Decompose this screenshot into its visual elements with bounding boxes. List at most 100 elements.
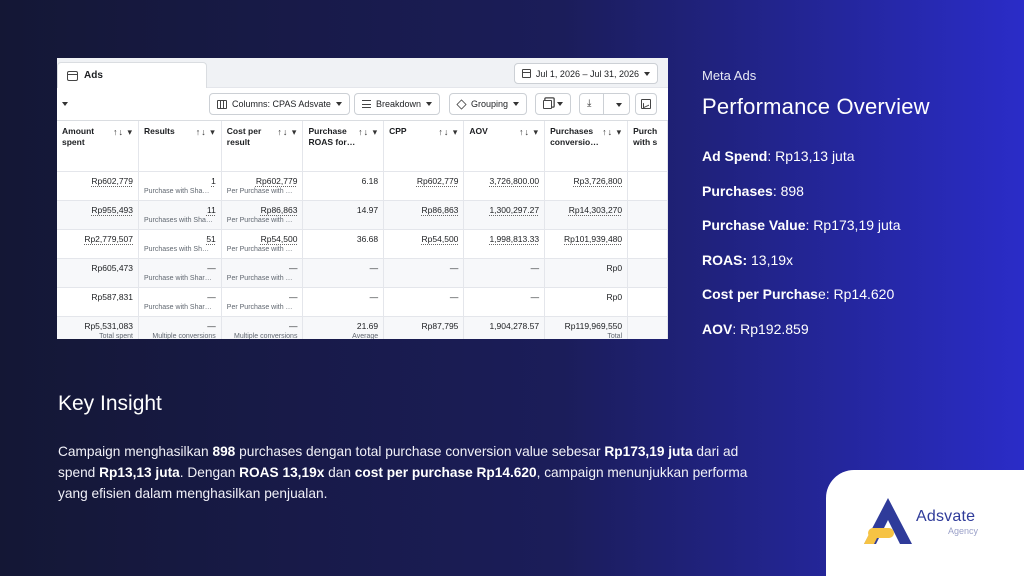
cell-value[interactable]: 3,726,800.00 <box>469 176 539 186</box>
table-cell: Rp14,303,270 <box>544 200 629 230</box>
column-header[interactable]: Purchases conversio… ↑↓ ▾ <box>544 121 629 172</box>
cell-subtext: Per Purchase with … <box>226 303 293 311</box>
column-header[interactable]: CPP ↑↓ ▾ <box>383 121 465 172</box>
table-cell: 1 Purchase with Sha… <box>138 171 222 201</box>
table-body: Rp602,779 1 Purchase with Sha… Rp602,779 Per… <box>57 171 668 339</box>
cell-subtext: Total spent <box>99 332 133 340</box>
page-title: Performance Overview <box>702 94 930 119</box>
cell-subtext: Multiple conversions <box>234 332 298 340</box>
sort-icon[interactable]: ↑↓ ▾ <box>358 127 378 138</box>
sort-icon[interactable]: ↑↓ ▾ <box>277 127 297 138</box>
sort-icon[interactable]: ↑↓ ▾ <box>438 127 458 138</box>
breakdown-button[interactable]: Breakdown <box>354 93 441 115</box>
table-cell: 36.68 <box>302 229 385 259</box>
table-cell: — <box>302 258 385 288</box>
cell-value[interactable]: 1,300,297.27 <box>469 205 539 215</box>
table-cell <box>627 287 668 317</box>
metric-label: Ad Spend <box>702 148 768 164</box>
cell-value[interactable]: Rp14,303,270 <box>550 205 622 215</box>
table-cell: — Multiple conversions <box>138 316 222 339</box>
table-cell <box>627 316 668 339</box>
cell-value: 36.68 <box>356 233 379 244</box>
breakdown-icon <box>362 100 371 108</box>
duplicate-button[interactable] <box>535 93 571 115</box>
metric-item: ROAS: 13,19x <box>702 250 900 285</box>
cell-value[interactable]: 11 <box>144 205 216 215</box>
metric-item: Ad Spend: Rp13,13 juta <box>702 146 900 181</box>
insight-highlight: Rp173,19 juta <box>604 444 693 459</box>
table-cell: — Per Purchase with … <box>221 258 304 288</box>
sort-icon[interactable]: ↑↓ ▾ <box>519 127 539 138</box>
metrics-list: Ad Spend: Rp13,13 juta Purchases: 898 Purc… <box>702 146 900 354</box>
chart-icon <box>641 99 651 109</box>
cell-value: Rp0 <box>606 262 623 273</box>
sort-icon[interactable]: ↑↓ ▾ <box>602 127 622 138</box>
table-row[interactable]: Rp605,473— Purchase with Shar… — Per Purcha… <box>57 258 668 288</box>
table-cell: Rp54,500 Per Purchase with … <box>221 229 304 259</box>
cell-value[interactable]: Rp86,863 <box>227 205 298 215</box>
cell-value[interactable]: Rp3,726,800 <box>550 176 622 186</box>
column-header[interactable]: Purchase ROAS for… ↑↓ ▾ <box>302 121 385 172</box>
insight-highlight: Rp13,13 juta <box>99 465 180 480</box>
table-cell: — Purchase with Shar… <box>138 287 222 317</box>
column-header[interactable]: Results ↑↓ ▾ <box>138 121 222 172</box>
ads-table: Amount spent ↑↓ ▾ Results ↑↓ ▾ Cost per re… <box>57 121 668 339</box>
insight-title: Key Insight <box>58 392 162 415</box>
cell-value[interactable]: Rp602,779 <box>62 176 133 186</box>
column-header[interactable]: Amount spent ↑↓ ▾ <box>57 121 139 172</box>
cell-value: 1,904,278.57 <box>489 320 540 331</box>
table-cell: 3,726,800.00 <box>463 171 546 201</box>
insight-highlight: cost per purchase Rp14.620 <box>354 465 537 480</box>
cell-subtext: Purchases with Sha… <box>144 216 213 224</box>
column-header[interactable]: Cost per result ↑↓ ▾ <box>221 121 304 172</box>
cell-value[interactable]: Rp54,500 <box>389 234 459 244</box>
table-row[interactable]: Rp955,493 11 Purchases with Sha… Rp86,863 Pe… <box>57 200 668 230</box>
ads-tab-icon <box>67 70 78 81</box>
table-row[interactable]: Rp2,779,507 51 Purchases with Sh… Rp54,500 P… <box>57 229 668 259</box>
ads-tab[interactable]: Ads <box>57 62 207 88</box>
column-header[interactable]: Purch with s <box>627 121 668 172</box>
date-range-button[interactable]: Jul 1, 2026 – Jul 31, 2026 <box>513 63 658 84</box>
cell-value[interactable]: Rp955,493 <box>62 205 133 215</box>
table-cell: Rp602,779 <box>383 171 465 201</box>
cell-value[interactable]: Rp602,779 <box>389 176 459 186</box>
table-cell: Rp2,779,507 <box>57 229 139 259</box>
metric-separator: : <box>772 182 781 199</box>
chevron-down-icon <box>426 102 433 106</box>
cell-value: — <box>449 291 459 302</box>
cell-value: — <box>207 262 216 273</box>
column-header[interactable]: AOV ↑↓ ▾ <box>463 121 546 172</box>
columns-button[interactable]: Columns: CPAS Adsvate <box>209 93 350 115</box>
metric-label: Cost per Purchas <box>702 286 818 303</box>
collapse-chevron-icon[interactable] <box>62 102 68 106</box>
cell-value[interactable]: 1,998,813.33 <box>469 234 539 244</box>
cell-value[interactable]: Rp602,779 <box>227 176 298 186</box>
table-row[interactable]: Rp602,779 1 Purchase with Sha… Rp602,779 Per… <box>57 171 668 201</box>
table-cell: 6.18 <box>302 171 385 201</box>
cell-value: Rp119,969,550 <box>564 320 623 331</box>
sort-icon[interactable]: ↑↓ ▾ <box>113 127 133 138</box>
chevron-down-icon <box>616 103 623 107</box>
metric-item: Purchases: 898 <box>702 181 900 216</box>
grouping-button[interactable]: Grouping <box>449 93 528 115</box>
table-cell: — <box>302 287 385 317</box>
table-row[interactable]: Rp587,831— Purchase with Shar… — Per Purcha… <box>57 287 668 317</box>
cell-value[interactable]: Rp2,779,507 <box>62 234 133 244</box>
cell-value[interactable]: Rp86,863 <box>389 205 459 215</box>
sort-icon[interactable]: ↑↓ ▾ <box>196 127 216 138</box>
cell-value: — <box>369 291 379 302</box>
metric-separator: : <box>732 320 741 337</box>
table-cell: Rp101,939,480 <box>544 229 629 259</box>
cell-value[interactable]: 51 <box>144 234 215 244</box>
cell-value[interactable]: Rp54,500 <box>227 234 298 244</box>
chart-view-button[interactable] <box>635 93 657 115</box>
export-dropdown[interactable] <box>609 99 629 109</box>
cell-value[interactable]: 1 <box>144 176 216 186</box>
export-button[interactable]: ⤓ <box>579 93 631 115</box>
chevron-down-icon <box>557 102 563 106</box>
cell-subtext: Purchases with Sh… <box>144 245 209 253</box>
cell-value[interactable]: Rp101,939,480 <box>550 234 622 244</box>
cell-subtext: Total <box>607 332 623 340</box>
table-header: Amount spent ↑↓ ▾ Results ↑↓ ▾ Cost per re… <box>57 121 668 172</box>
cell-subtext: Per Purchase with … <box>226 187 293 195</box>
